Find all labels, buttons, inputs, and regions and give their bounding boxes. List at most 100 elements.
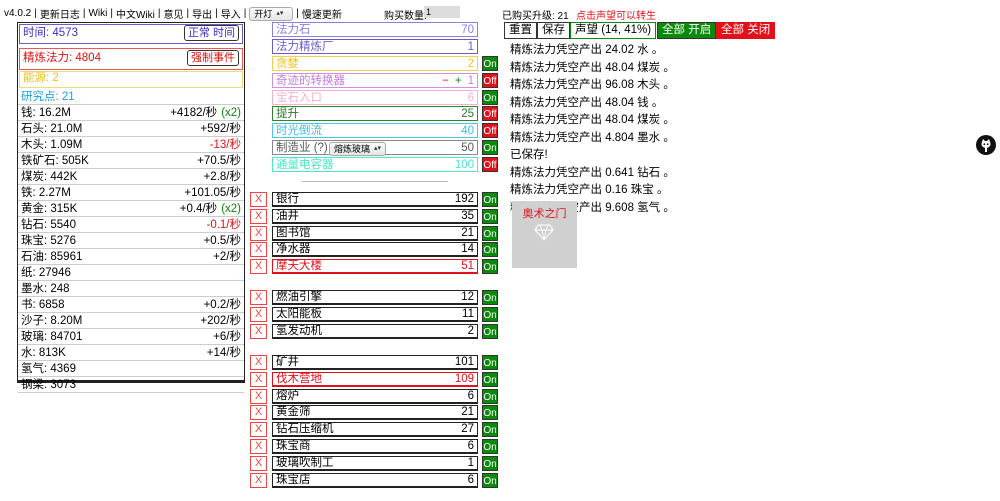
- toggle-button[interactable]: Off: [482, 123, 498, 138]
- toggle-button[interactable]: On: [482, 439, 498, 454]
- log-entry: 已保存!: [510, 149, 548, 161]
- import-link[interactable]: 导入: [221, 6, 241, 21]
- building-row[interactable]: 净水器 14: [272, 242, 478, 258]
- building-row[interactable]: 氢发动机 2: [272, 323, 478, 339]
- manufacturing-select[interactable]: 熔炼玻璃 ▴▾: [329, 142, 387, 156]
- building-row[interactable]: 黄金筛 21: [272, 405, 478, 421]
- mana-row: 精炼法力: 4804 强制事件: [19, 48, 243, 70]
- building-row[interactable]: 矿井 101: [272, 355, 478, 370]
- toggle-button[interactable]: On: [482, 208, 498, 224]
- building-row[interactable]: 玻璃吹制工 1: [272, 455, 478, 471]
- toggle-button[interactable]: On: [482, 242, 498, 258]
- remove-button[interactable]: X: [250, 405, 267, 421]
- toggle-button[interactable]: On: [482, 192, 498, 207]
- log-entry: 精炼法力凭空产出 96.08 木头 。: [510, 79, 675, 91]
- slow-update-link[interactable]: 慢速更新: [302, 6, 342, 21]
- building-count: 6: [467, 473, 474, 486]
- building-row[interactable]: 珠宝店 6: [272, 472, 478, 488]
- toggle-button[interactable]: Off: [482, 106, 498, 121]
- toggle-button[interactable]: On: [482, 455, 498, 471]
- remove-button[interactable]: X: [250, 259, 267, 275]
- toggle-button[interactable]: On: [482, 355, 498, 370]
- feedback-link[interactable]: 意见: [163, 6, 183, 21]
- toggle-button[interactable]: On: [482, 472, 498, 488]
- github-icon[interactable]: [976, 135, 996, 155]
- toggle-button[interactable]: Off: [482, 73, 498, 88]
- remove-button[interactable]: X: [250, 242, 267, 258]
- remove-button[interactable]: X: [250, 192, 267, 207]
- building-name: 图书馆: [276, 226, 311, 239]
- building-count: 35: [461, 209, 474, 222]
- building-row[interactable]: 燃油引擎 12: [272, 290, 478, 305]
- magic-row[interactable]: 时光倒流 40: [272, 123, 478, 138]
- normal-time-button[interactable]: 正常 时间: [183, 25, 239, 41]
- building-row[interactable]: 银行 192: [272, 192, 478, 207]
- remove-button[interactable]: X: [250, 355, 267, 370]
- toggle-button[interactable]: On: [482, 323, 498, 339]
- chinese-wiki-link[interactable]: 中文Wiki: [116, 6, 155, 21]
- toggle-button[interactable]: On: [482, 290, 498, 305]
- magic-row[interactable]: 提升 25: [272, 106, 478, 121]
- building-row[interactable]: 伐木营地 109: [272, 371, 478, 387]
- magic-row[interactable]: 制造业 (?) 熔炼玻璃 ▴▾ 50: [272, 140, 478, 156]
- toggle-button[interactable]: On: [482, 371, 498, 387]
- magic-row[interactable]: 法力精炼厂 1: [272, 39, 478, 54]
- remove-button[interactable]: X: [250, 208, 267, 224]
- magic-count: 70: [461, 24, 474, 36]
- all-on-button[interactable]: 全部 开启: [657, 22, 717, 39]
- increase-button[interactable]: +: [455, 75, 462, 87]
- toggle-button[interactable]: On: [482, 259, 498, 275]
- remove-button[interactable]: X: [250, 225, 267, 241]
- remove-button[interactable]: X: [250, 371, 267, 387]
- toggle-button[interactable]: Off: [482, 157, 498, 172]
- building-row[interactable]: 摩天大楼 51: [272, 259, 478, 275]
- light-select[interactable]: 开灯 ▴▾: [249, 6, 294, 21]
- prestige-button[interactable]: 声望 (14, 41%): [570, 22, 657, 39]
- magic-row[interactable]: 奇迹的转换器 − +1: [272, 73, 478, 88]
- buy-quantity-input[interactable]: 1: [424, 6, 460, 18]
- resource-row: 氢气: 4369: [18, 361, 244, 377]
- building-row[interactable]: 太阳能板 11: [272, 306, 478, 322]
- toggle-button[interactable]: On: [482, 225, 498, 241]
- resource-row: 书: 6858 +0.2/秒: [18, 297, 244, 313]
- building-row[interactable]: 熔炉 6: [272, 388, 478, 404]
- building-row[interactable]: 珠宝商 6: [272, 439, 478, 454]
- remove-button[interactable]: X: [250, 455, 267, 471]
- reset-button[interactable]: 重置: [504, 22, 537, 39]
- remove-button[interactable]: X: [250, 323, 267, 339]
- resource-rate-value: +14/秒: [206, 347, 241, 359]
- remove-button[interactable]: X: [250, 422, 267, 438]
- magic-row[interactable]: 宝石入口 6: [272, 90, 478, 105]
- building-row[interactable]: 油井 35: [272, 208, 478, 224]
- toggle-button[interactable]: On: [482, 56, 498, 71]
- magic-row[interactable]: 通量电容器 100: [272, 157, 478, 172]
- toggle-button[interactable]: On: [482, 90, 498, 105]
- remove-button[interactable]: X: [250, 306, 267, 322]
- resource-rate-value: +592/秒: [200, 123, 241, 135]
- toggle-button[interactable]: On: [482, 140, 498, 155]
- toggle-button[interactable]: On: [482, 306, 498, 322]
- magic-row[interactable]: 法力石 70: [272, 22, 478, 37]
- resource-name: 墨水: 248: [21, 283, 70, 295]
- building-row[interactable]: 钻石压缩机 27: [272, 422, 478, 438]
- log-entry: 精炼法力凭空产出 0.16 珠宝 。: [510, 184, 669, 196]
- toggle-button[interactable]: On: [482, 422, 498, 438]
- decrease-button[interactable]: −: [442, 75, 449, 87]
- building-row[interactable]: 图书馆 21: [272, 225, 478, 241]
- remove-button[interactable]: X: [250, 388, 267, 404]
- save-button[interactable]: 保存: [537, 22, 570, 39]
- toggle-button[interactable]: On: [482, 405, 498, 421]
- remove-button[interactable]: X: [250, 472, 267, 488]
- force-event-button[interactable]: 强制事件: [187, 50, 239, 66]
- arcane-portal[interactable]: 奥术之门: [512, 201, 577, 268]
- export-link[interactable]: 导出: [192, 6, 212, 21]
- remove-button[interactable]: X: [250, 439, 267, 454]
- remove-button[interactable]: X: [250, 290, 267, 305]
- changelog-link[interactable]: 更新日志: [40, 6, 80, 21]
- magic-row[interactable]: 贪婪 2: [272, 56, 478, 71]
- building-name: 摩天大楼: [276, 260, 322, 273]
- wiki-link[interactable]: Wiki: [88, 8, 107, 19]
- all-off-button[interactable]: 全部 关闭: [716, 22, 776, 39]
- toggle-button[interactable]: On: [482, 388, 498, 404]
- magic-value: 40: [461, 124, 474, 138]
